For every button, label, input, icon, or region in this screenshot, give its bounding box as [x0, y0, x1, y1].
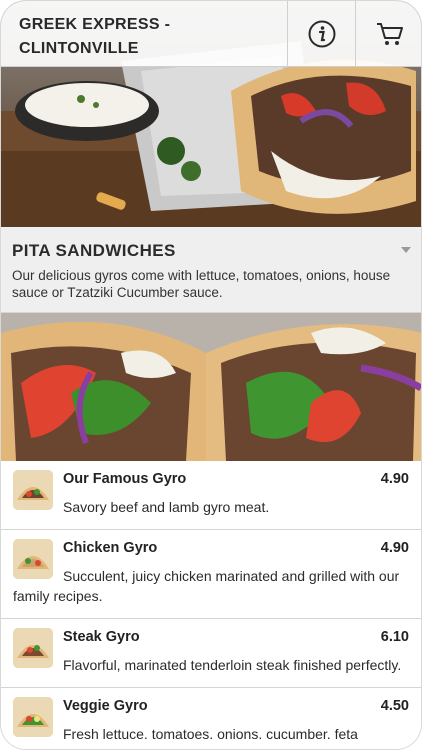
bottom-edge	[1, 739, 421, 749]
category-title: PITA SANDWICHES	[12, 241, 176, 260]
item-price: 4.90	[380, 471, 409, 487]
item-name: Our Famous Gyro	[63, 471, 187, 487]
collapse-caret-icon[interactable]	[401, 247, 411, 253]
info-icon	[308, 20, 335, 48]
item-thumbnail	[13, 628, 53, 668]
item-price: 4.50	[380, 698, 409, 714]
item-name: Veggie Gyro	[63, 698, 148, 714]
restaurant-title: GREEK EXPRESS - CLINTONVILLE	[19, 16, 171, 57]
menu-item[interactable]: Steak Gyro 6.10 Flavorful, marinated ten…	[1, 619, 421, 688]
info-button[interactable]	[287, 1, 355, 67]
item-price: 6.10	[380, 629, 409, 645]
category-section[interactable]: PITA SANDWICHES Our delicious gyros come…	[1, 227, 421, 313]
item-thumbnail	[13, 470, 53, 510]
cart-icon	[376, 23, 403, 45]
item-thumbnail	[13, 539, 53, 579]
menu-item-list: Our Famous Gyro 4.90 Savory beef and lam…	[1, 461, 421, 749]
category-description: Our delicious gyros come with lettuce, t…	[12, 268, 391, 300]
cart-button[interactable]	[355, 1, 421, 67]
app-header: GREEK EXPRESS - CLINTONVILLE	[1, 1, 421, 67]
category-image	[1, 313, 421, 461]
menu-item[interactable]: Chicken Gyro 4.90 Succulent, juicy chick…	[1, 530, 421, 619]
item-price: 4.90	[380, 540, 409, 556]
item-name: Chicken Gyro	[63, 540, 158, 556]
app-screen: GREEK EXPRESS - CLINTONVILLE PITA SANDWI…	[0, 0, 422, 750]
item-thumbnail	[13, 697, 53, 737]
menu-item[interactable]: Our Famous Gyro 4.90 Savory beef and lam…	[1, 461, 421, 530]
item-name: Steak Gyro	[63, 629, 140, 645]
